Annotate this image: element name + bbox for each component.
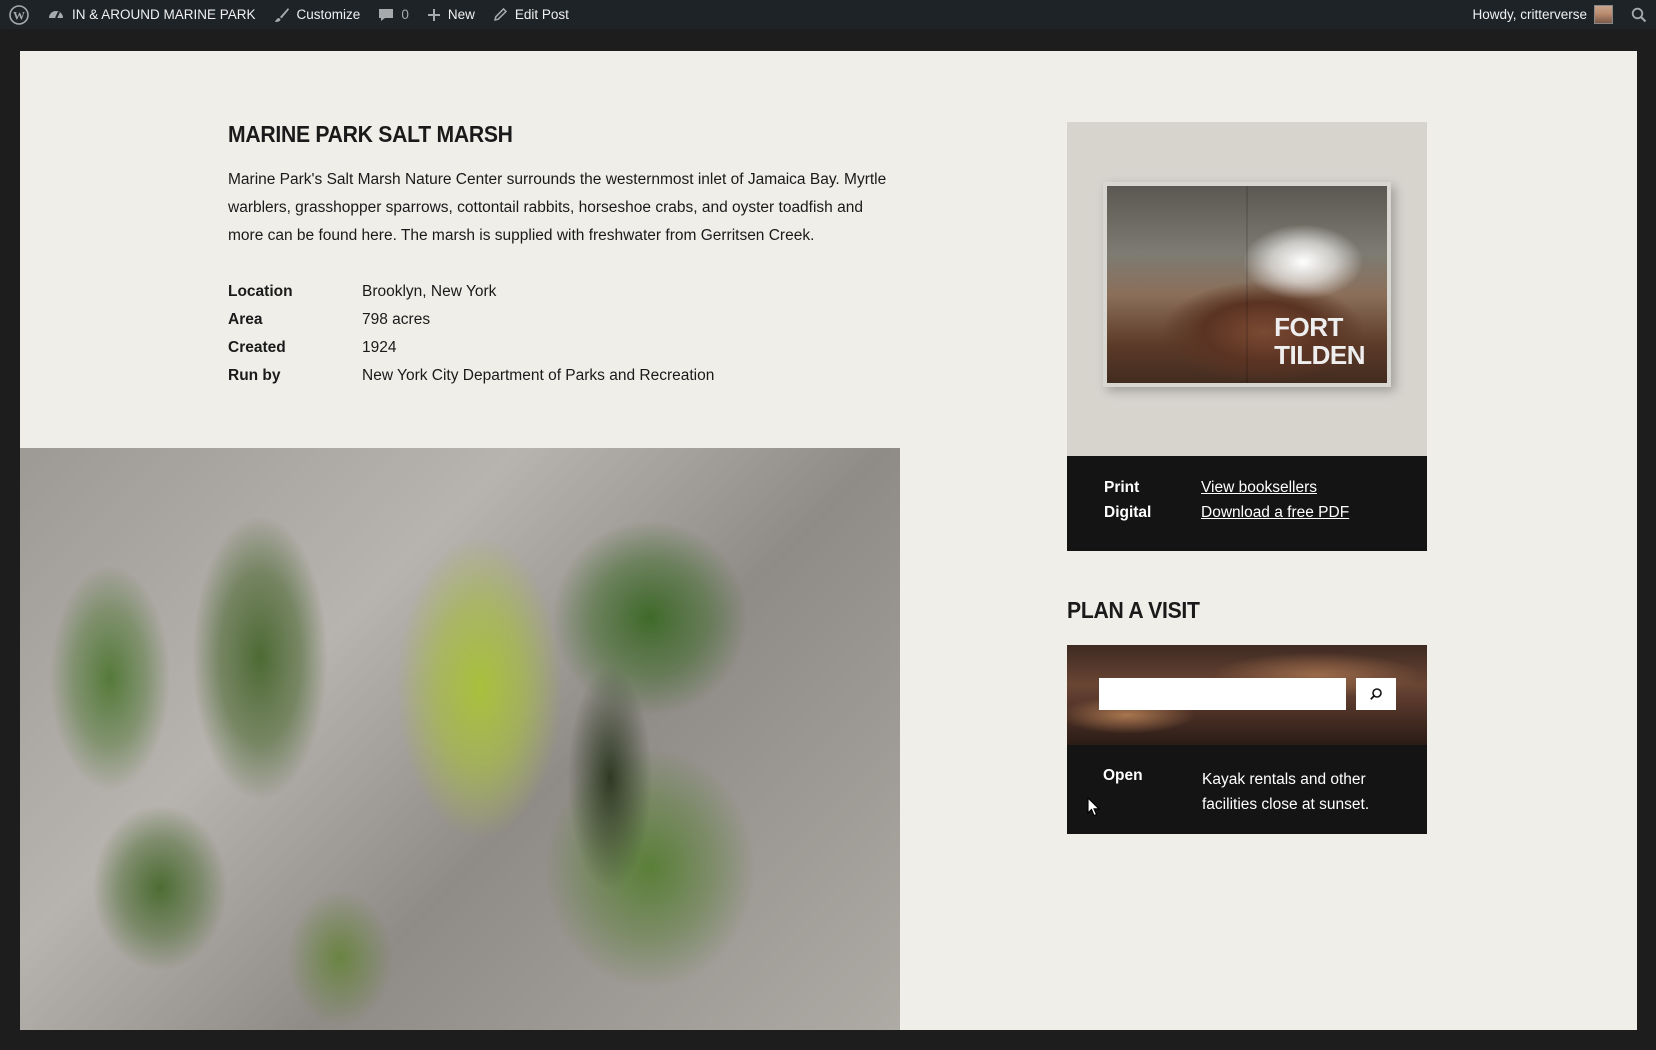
- comments-button[interactable]: 0: [369, 0, 418, 29]
- search-icon: [1370, 688, 1382, 700]
- fact-label: Run by: [228, 367, 281, 384]
- fact-value: Brooklyn, New York: [362, 283, 497, 300]
- svg-text:W: W: [13, 8, 25, 22]
- site-name-menu[interactable]: IN & AROUND MARINE PARK: [38, 0, 265, 29]
- facts-row: Location Brooklyn, New York: [228, 278, 714, 306]
- search-input[interactable]: [1099, 678, 1346, 710]
- fact-label: Location: [228, 283, 293, 300]
- greeting-text: Howdy, critterverse: [1472, 7, 1587, 22]
- comments-count: 0: [401, 7, 409, 22]
- digital-row: Digital Download a free PDF: [1104, 504, 1349, 522]
- plan-a-visit-heading: PLAN A VISIT: [1067, 597, 1200, 623]
- download-pdf-link[interactable]: Download a free PDF: [1201, 504, 1349, 522]
- site-name-label: IN & AROUND MARINE PARK: [72, 7, 256, 22]
- dashboard-icon: [49, 10, 63, 18]
- account-menu[interactable]: Howdy, critterverse: [1463, 0, 1622, 29]
- fact-value: 1924: [362, 339, 397, 356]
- page-content: MARINE PARK SALT MARSH Marine Park's Sal…: [20, 51, 1637, 1030]
- fact-label: Area: [228, 311, 263, 328]
- facts-row: Created 1924: [228, 334, 714, 362]
- mouse-cursor-icon: [1087, 797, 1101, 817]
- book-purchase-box: Print View booksellers Digital Download …: [1067, 456, 1427, 551]
- avatar: [1594, 5, 1613, 24]
- post-description: Marine Park's Salt Marsh Nature Center s…: [228, 171, 887, 244]
- plus-icon: [427, 8, 440, 21]
- edit-post-label: Edit Post: [514, 7, 569, 22]
- customize-label: Customize: [296, 7, 361, 22]
- view-booksellers-link[interactable]: View booksellers: [1201, 479, 1317, 497]
- customize-button[interactable]: Customize: [265, 0, 370, 29]
- facts-row: Run by New York City Department of Parks…: [228, 362, 714, 390]
- search-button[interactable]: [1356, 678, 1396, 710]
- post-content: MARINE PARK SALT MARSH Marine Park's Sal…: [228, 121, 918, 390]
- open-label: Open: [1103, 767, 1143, 784]
- open-hours-text: Kayak rentals and other facilities close…: [1202, 771, 1370, 813]
- digital-label: Digital: [1104, 504, 1152, 521]
- adminbar-search-button[interactable]: [1622, 0, 1656, 29]
- print-row: Print View booksellers: [1104, 479, 1317, 497]
- fact-value: New York City Department of Parks and Re…: [362, 367, 715, 384]
- salt-marsh-plants-image: [20, 448, 900, 1030]
- comment-icon: [379, 8, 394, 21]
- facts-table: Location Brooklyn, New York Area 798 acr…: [228, 278, 714, 390]
- book-card: FORT TILDEN Print View booksellers Digit…: [1067, 122, 1427, 551]
- edit-post-button[interactable]: Edit Post: [484, 0, 578, 29]
- search-icon: [1631, 7, 1647, 22]
- fact-label: Created: [228, 339, 286, 356]
- print-label: Print: [1104, 479, 1140, 496]
- book-cover-line1: FORT: [1274, 312, 1343, 342]
- hours-box: Open Kayak rentals and other facilities …: [1067, 745, 1427, 834]
- admin-bar: W IN & AROUND MARINE PARK Customize 0 Ne…: [0, 0, 1656, 29]
- facts-row: Area 798 acres: [228, 306, 714, 334]
- book-open-spread: FORT TILDEN: [1103, 182, 1391, 387]
- search-panel: [1067, 645, 1427, 745]
- paintbrush-icon: [274, 7, 289, 22]
- post-title: MARINE PARK SALT MARSH: [228, 121, 513, 147]
- pencil-icon: [493, 7, 507, 22]
- book-cover-title: FORT TILDEN: [1274, 313, 1365, 369]
- book-cover-image: FORT TILDEN: [1067, 122, 1427, 456]
- fact-value: 798 acres: [362, 311, 431, 328]
- new-content-button[interactable]: New: [418, 0, 484, 29]
- wordpress-icon: W: [9, 4, 29, 25]
- book-cover-line2: TILDEN: [1274, 340, 1365, 370]
- new-label: New: [447, 7, 475, 22]
- wordpress-logo-button[interactable]: W: [0, 0, 38, 29]
